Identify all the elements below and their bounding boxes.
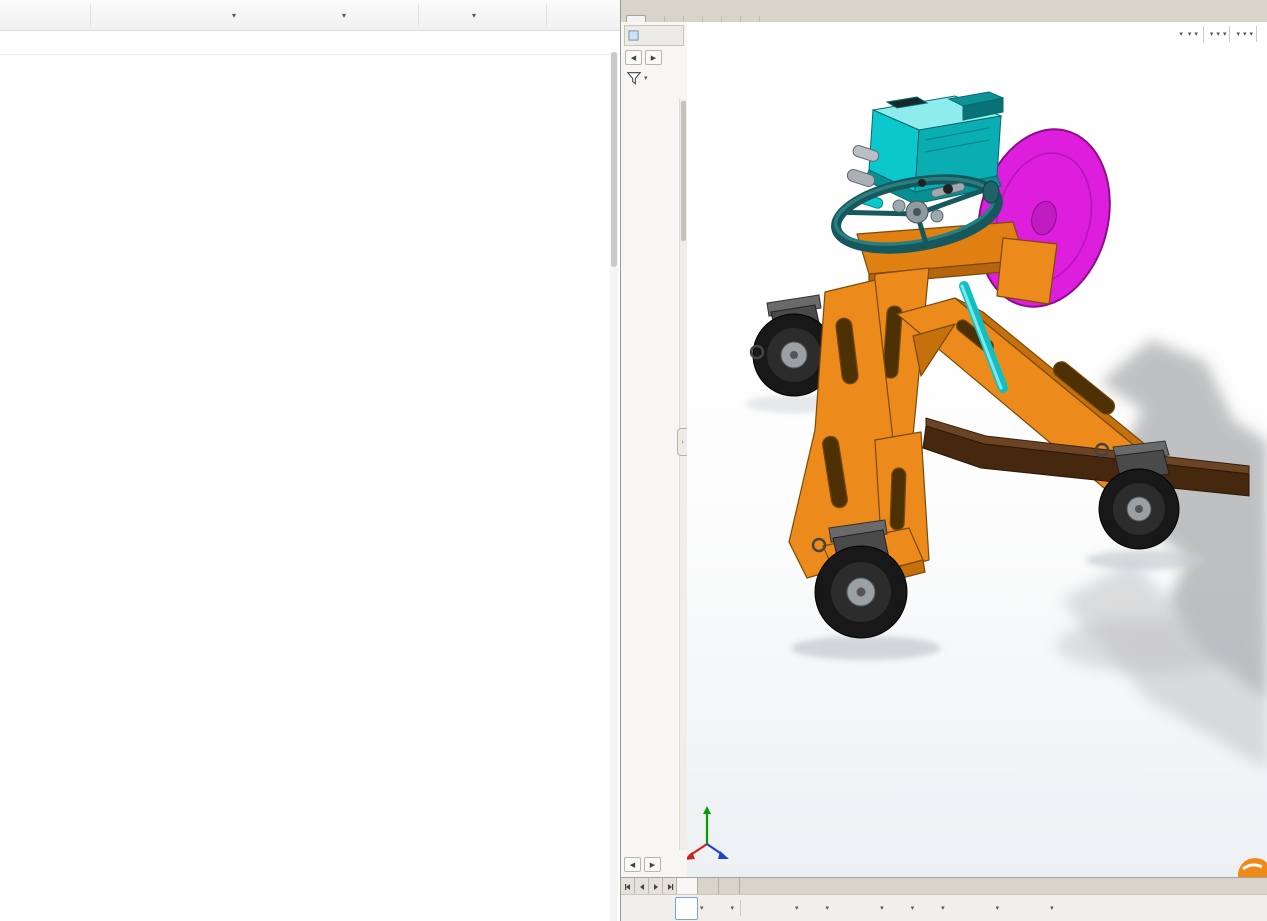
tab-scroll-last-button[interactable] bbox=[663, 878, 677, 895]
chevron-down-icon: ▾ bbox=[644, 74, 648, 82]
explorer-scrollbar[interactable] bbox=[610, 52, 618, 921]
arc-icon[interactable] bbox=[886, 897, 909, 920]
tree-hscroll-left[interactable]: ◀ bbox=[624, 857, 641, 872]
scrollbar-thumb[interactable] bbox=[611, 52, 617, 267]
chevron-down-icon: ▾ bbox=[941, 904, 945, 912]
tab-scroll-left-button[interactable] bbox=[635, 878, 649, 895]
assembly-doc-icon bbox=[628, 30, 639, 41]
chevron-down-icon: ▾ bbox=[911, 904, 915, 912]
chevron-down-icon: ▾ bbox=[880, 904, 884, 912]
explorer-toolbar: ▾ ▾ ▾ bbox=[0, 0, 620, 31]
trim-icon[interactable] bbox=[1056, 897, 1079, 920]
chevron-down-icon: ▾ bbox=[342, 11, 346, 20]
spline-icon[interactable] bbox=[971, 897, 994, 920]
chevron-down-icon: ▾ bbox=[996, 904, 1000, 912]
polygon-icon[interactable] bbox=[947, 897, 970, 920]
bottom-toolbar: ▾ ▾ ▾ ▾ ▾ ▾ ▾ ▾ ▾ bbox=[621, 894, 1267, 921]
zoom-fit-icon[interactable] bbox=[1176, 33, 1178, 35]
tree-hscroll-right[interactable]: ▶ bbox=[644, 857, 661, 872]
solidworks-window: ◀ ▶ ▾ › ◀ ▶ bbox=[620, 0, 1267, 921]
toolbar-divider bbox=[90, 4, 91, 26]
tab-motion-study[interactable] bbox=[719, 878, 740, 895]
chevron-down-icon: ▾ bbox=[731, 904, 735, 912]
toolbar-divider bbox=[1256, 26, 1257, 42]
feature-tree-panel: ◀ ▶ ▾ › ◀ ▶ bbox=[621, 22, 688, 878]
tree-nav: ◀ ▶ bbox=[621, 46, 687, 65]
chevron-down-icon: ▾ bbox=[826, 904, 830, 912]
fillet-icon[interactable] bbox=[1025, 897, 1048, 920]
toolbar-divider bbox=[546, 4, 547, 26]
orientation-triad bbox=[687, 806, 729, 860]
circle-icon[interactable] bbox=[855, 897, 878, 920]
tab-model[interactable] bbox=[677, 878, 698, 895]
chevron-down-icon: ▾ bbox=[472, 11, 476, 20]
toolbar-divider bbox=[1203, 26, 1204, 42]
scrollbar-thumb[interactable] bbox=[681, 101, 686, 241]
breadcrumb bbox=[0, 31, 620, 55]
assembly-model bbox=[687, 22, 1267, 878]
selection-filter-icon[interactable] bbox=[627, 897, 650, 920]
ribbon-tab-bar bbox=[621, 0, 1267, 23]
filter-funnel-icon bbox=[626, 70, 642, 86]
mirror-icon[interactable] bbox=[1104, 897, 1127, 920]
toolbar-new-button[interactable]: ▾ bbox=[332, 0, 352, 30]
graphics-area[interactable]: ▾ ▾ ▾ ▾ ▾ ▾ ▾ ▾ ▾ bbox=[687, 22, 1267, 878]
centerline-icon[interactable] bbox=[831, 897, 854, 920]
view-settings-icon[interactable] bbox=[1246, 33, 1248, 35]
hide-show-items-icon[interactable] bbox=[1220, 33, 1222, 35]
lasso-select-icon[interactable] bbox=[706, 897, 729, 920]
solidworks-logo bbox=[1238, 858, 1267, 878]
tree-back-button[interactable]: ◀ bbox=[625, 50, 642, 65]
study-tab-bar bbox=[621, 877, 1267, 895]
sketch-point-icon[interactable] bbox=[746, 897, 769, 920]
chevron-down-icon: ▾ bbox=[232, 11, 236, 20]
edit-appearance-icon[interactable] bbox=[1233, 33, 1235, 35]
tree-forward-button[interactable]: ▶ bbox=[645, 50, 662, 65]
section-view-icon[interactable] bbox=[1191, 33, 1193, 35]
file-explorer: ▾ ▾ ▾ bbox=[0, 0, 620, 921]
toolbar-divider bbox=[740, 900, 741, 916]
magnifier-icon[interactable] bbox=[1260, 33, 1262, 35]
previous-view-icon[interactable] bbox=[1185, 33, 1187, 35]
tree-vertical-scrollbar[interactable] bbox=[679, 99, 687, 850]
chevron-down-icon: ▾ bbox=[1050, 904, 1054, 912]
convert-entities-icon[interactable] bbox=[1080, 897, 1103, 920]
toolbar-divider bbox=[418, 4, 419, 26]
display-style-icon[interactable] bbox=[1213, 33, 1215, 35]
view-orientation-icon[interactable] bbox=[1207, 33, 1209, 35]
select-arrow-button[interactable] bbox=[675, 897, 698, 920]
tab-scroll-right-button[interactable] bbox=[649, 878, 663, 895]
feature-tree bbox=[621, 99, 680, 850]
ellipse-icon[interactable] bbox=[1001, 897, 1024, 920]
filter-wand-icon[interactable] bbox=[651, 897, 674, 920]
toolbar-select-button[interactable] bbox=[568, 0, 580, 30]
toolbar-open-button[interactable]: ▾ bbox=[462, 0, 482, 30]
annotation-sheet-icon[interactable] bbox=[1198, 33, 1200, 35]
filter-button[interactable]: ▾ bbox=[621, 65, 687, 88]
headsup-toolbar: ▾ ▾ ▾ ▾ ▾ ▾ ▾ ▾ ▾ bbox=[1176, 26, 1262, 42]
chevron-down-icon: ▾ bbox=[1249, 30, 1253, 38]
rectangle-icon[interactable] bbox=[916, 897, 939, 920]
toolbar-organize-button[interactable]: ▾ bbox=[222, 0, 242, 30]
file-grid bbox=[4, 56, 606, 921]
panel-header bbox=[624, 25, 684, 46]
chevron-down-icon: ▾ bbox=[700, 904, 704, 912]
tree-horizontal-scrollbar: ◀ ▶ bbox=[624, 857, 661, 872]
smart-dimension-icon[interactable] bbox=[770, 897, 793, 920]
toolbar-divider bbox=[1229, 26, 1230, 42]
apply-scene-icon[interactable] bbox=[1240, 33, 1242, 35]
tab-scroll-first-button[interactable] bbox=[621, 878, 635, 895]
chevron-down-icon: ▾ bbox=[795, 904, 799, 912]
tab-3d-views[interactable] bbox=[698, 878, 719, 895]
tab-assembly[interactable] bbox=[626, 15, 646, 22]
chevron-down-icon: ▾ bbox=[1223, 30, 1227, 38]
line-icon[interactable] bbox=[801, 897, 824, 920]
